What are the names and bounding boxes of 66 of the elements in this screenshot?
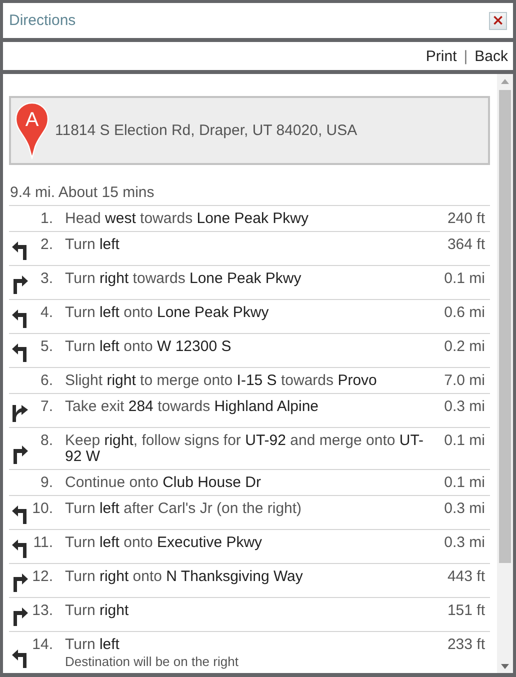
step-instruction: Head west towards Lone Peak Pkwy xyxy=(65,211,310,227)
turn-left-icon xyxy=(12,649,28,668)
step-instruction: Keep right, follow signs for UT-92 and merge onto UT-92 W xyxy=(65,433,425,465)
step-distance: 364 ft xyxy=(446,235,486,255)
turn-left-icon xyxy=(12,309,28,328)
step-instruction: Turn left xyxy=(65,637,120,653)
step-number: 9. xyxy=(39,473,54,491)
scrollbar[interactable] xyxy=(497,74,513,673)
step-distance: 0.1 mi xyxy=(443,269,486,289)
step-number: 14. xyxy=(31,635,54,655)
print-link[interactable]: Print xyxy=(426,48,457,64)
step-number: 4. xyxy=(39,303,54,323)
step-distance: 0.1 mi xyxy=(443,473,486,491)
back-link[interactable]: Back xyxy=(474,48,508,64)
step-instruction: Turn left onto Executive Pkwy xyxy=(65,535,264,551)
turn-left-icon xyxy=(12,241,28,260)
step-distance: 0.2 mi xyxy=(443,337,486,357)
map-marker-icon: A xyxy=(15,102,49,159)
step-distance: 0.3 mi xyxy=(443,397,486,417)
step-number: 7. xyxy=(39,397,54,417)
step-number: 3. xyxy=(39,269,54,289)
step-number: 8. xyxy=(39,431,54,451)
step-instruction: Turn right xyxy=(65,603,130,619)
step-number: 5. xyxy=(39,337,54,357)
step-number: 11. xyxy=(32,533,54,553)
scroll-up-icon[interactable] xyxy=(501,78,509,84)
step-instruction: Turn right towards Lone Peak Pkwy xyxy=(65,271,302,287)
step-note: Destination will be on the right xyxy=(65,655,240,669)
turn-right-icon xyxy=(12,445,28,464)
turn-right-icon xyxy=(12,275,28,294)
step-number: 12. xyxy=(31,567,54,587)
step-number: 6. xyxy=(39,371,54,389)
step-instruction: Slight right to merge onto I-15 S towards Provo xyxy=(65,373,378,389)
route-summary: 9.4 mi. About 15 mins xyxy=(10,184,156,201)
step-instruction: Turn left after Carl's Jr (on the right) xyxy=(65,501,303,517)
step-instruction: Continue onto Club House Dr xyxy=(65,475,262,491)
step-distance: 240 ft xyxy=(446,209,486,227)
turn-left-icon xyxy=(12,505,28,524)
turn-left-icon xyxy=(12,343,28,362)
step-distance: 0.3 mi xyxy=(443,499,486,519)
step-instruction: Take exit 284 towards Highland Alpine xyxy=(65,399,320,415)
ramp-right-icon xyxy=(12,402,28,422)
step-number: 1. xyxy=(39,209,54,227)
step-instruction: Turn left onto W 12300 S xyxy=(65,339,232,355)
turn-right-icon xyxy=(12,573,28,592)
turn-left-icon xyxy=(12,539,28,558)
step-number: 13. xyxy=(31,601,54,621)
step-instruction: Turn left xyxy=(65,237,120,253)
step-distance: 0.3 mi xyxy=(443,533,486,553)
step-number: 2. xyxy=(39,235,54,255)
scrollbar-thumb[interactable] xyxy=(499,90,511,563)
step-number: 10. xyxy=(31,499,54,519)
turn-right-icon xyxy=(12,607,28,626)
step-instruction: Turn left onto Lone Peak Pkwy xyxy=(65,305,270,321)
link-separator: | xyxy=(464,48,468,64)
step-distance: 443 ft xyxy=(446,567,486,587)
step-distance: 233 ft xyxy=(446,635,486,655)
step-distance: 0.6 mi xyxy=(443,303,486,323)
close-button[interactable]: × xyxy=(489,12,507,30)
step-distance: 0.1 mi xyxy=(443,431,486,451)
window-title: Directions xyxy=(9,12,76,29)
step-instruction: Turn right onto N Thanksgiving Way xyxy=(65,569,304,585)
scroll-down-icon[interactable] xyxy=(501,664,509,668)
step-distance: 7.0 mi xyxy=(443,371,486,389)
step-distance: 151 ft xyxy=(446,601,486,621)
start-address: 11814 S Election Rd, Draper, UT 84020, USA xyxy=(55,122,358,139)
